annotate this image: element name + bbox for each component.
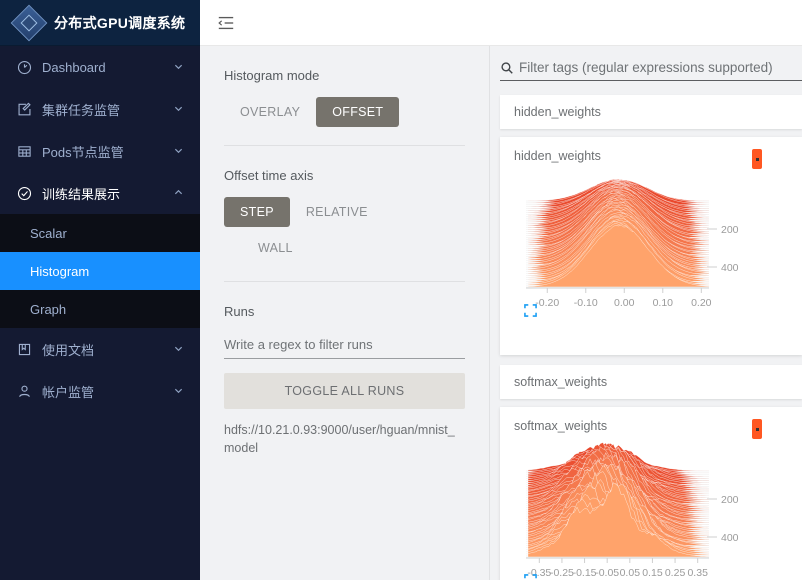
svg-text:0.20: 0.20 (691, 297, 712, 309)
chart-header: hidden_weights (514, 149, 788, 169)
svg-text:-0.05: -0.05 (595, 567, 619, 579)
expand-icon[interactable] (524, 574, 537, 580)
chart-header: softmax_weights (514, 419, 788, 439)
sidebar-item-scalar[interactable]: Scalar (0, 214, 200, 252)
tag-group-label: hidden_weights (514, 105, 601, 119)
chevron-down-icon (174, 344, 186, 355)
sidebar-item-histogram[interactable]: Histogram (0, 252, 200, 290)
sidebar-item-training-results[interactable]: 训练结果展示 (0, 172, 200, 214)
svg-text:0.10: 0.10 (653, 297, 674, 309)
wall-button[interactable]: WALL (242, 233, 309, 263)
svg-text:400: 400 (721, 532, 739, 544)
content-area: Histogram mode OVERLAY OFFSET Offset tim… (200, 46, 802, 580)
sidebar-item-label: Scalar (30, 225, 67, 241)
svg-text:-0.15: -0.15 (573, 567, 597, 579)
check-circle-icon (14, 186, 34, 201)
svg-text:0.25: 0.25 (665, 567, 686, 579)
tag-group-header-hidden-weights[interactable]: hidden_weights (500, 95, 802, 129)
sidebar-item-label: 使用文档 (42, 342, 95, 358)
run-path-label[interactable]: hdfs://10.21.0.93:9000/user/hguan/mnist_… (224, 421, 465, 457)
sidebar-item-dashboard[interactable]: Dashboard (0, 46, 200, 88)
book-icon (14, 342, 34, 357)
sidebar-item-label: Histogram (30, 263, 90, 279)
chevron-down-icon (174, 104, 186, 115)
sidebar-item-label: Dashboard (42, 59, 106, 75)
toggle-all-runs-button[interactable]: TOGGLE ALL RUNS (224, 373, 465, 409)
runs-filter-input[interactable] (224, 333, 465, 359)
chart-card-hidden-weights: hidden_weights 200 400 -0.20 -0.10 0.00 0.10 0… (500, 137, 802, 355)
svg-text:-0.25: -0.25 (550, 567, 574, 579)
table-icon (14, 144, 34, 159)
overlay-button[interactable]: OVERLAY (224, 97, 316, 127)
controls-panel: Histogram mode OVERLAY OFFSET Offset tim… (200, 46, 490, 580)
histogram-mode-title: Histogram mode (224, 68, 320, 83)
app-root: 分布式GPU调度系统 Dashboard 集群任务监管 Pods节点监管 训练结… (0, 0, 802, 580)
sidebar-submenu-training-results: Scalar Histogram Graph (0, 214, 200, 328)
offset-time-axis-section: Offset time axis STEP RELATIVE WALL (224, 146, 465, 282)
search-icon (500, 61, 514, 75)
run-color-swatch-icon[interactable] (752, 419, 762, 439)
histogram-ridgeline-svg: 200400-0.35-0.25-0.15-0.05 0.05 0.15 0.25 0.… (526, 442, 739, 579)
sidebar-item-cluster-tasks[interactable]: 集群任务监管 (0, 88, 200, 130)
sidebar-item-graph[interactable]: Graph (0, 290, 200, 328)
tag-filter-row (500, 60, 802, 81)
sidebar-menu: Dashboard 集群任务监管 Pods节点监管 训练结果展示 Scalar … (0, 46, 200, 580)
edit-form-icon (14, 102, 34, 117)
main-area: Histogram mode OVERLAY OFFSET Offset tim… (200, 0, 802, 580)
histogram-mode-section: Histogram mode OVERLAY OFFSET (224, 46, 465, 146)
chevron-down-icon (174, 146, 186, 157)
charts-panel: hidden_weights hidden_weights 200 400 -0.2… (490, 46, 802, 580)
sidebar-item-label: 帐户监管 (42, 384, 95, 400)
offset-button[interactable]: OFFSET (316, 97, 400, 127)
svg-text:0.00: 0.00 (614, 297, 635, 309)
svg-text:0.35: 0.35 (687, 567, 708, 579)
chevron-down-icon (174, 386, 186, 397)
offset-time-axis-buttons-second-row: WALL (224, 233, 465, 263)
expand-icon[interactable] (524, 304, 537, 317)
sidebar-item-label: 集群任务监管 (42, 102, 121, 118)
topbar (200, 0, 802, 46)
svg-text:-0.10: -0.10 (574, 297, 598, 309)
svg-text:400: 400 (721, 262, 739, 274)
offset-time-axis-buttons: STEP RELATIVE (224, 197, 465, 227)
run-color-swatch-icon[interactable] (752, 149, 762, 169)
tag-group-header-softmax-weights[interactable]: softmax_weights (500, 365, 802, 399)
sidebar-item-docs[interactable]: 使用文档 (0, 328, 200, 370)
chart-plot-hidden-weights: 200 400 -0.20 -0.10 0.00 0.10 0.20 (514, 171, 788, 321)
sidebar-logo[interactable]: 分布式GPU调度系统 (0, 0, 200, 46)
histogram-mode-buttons: OVERLAY OFFSET (224, 97, 465, 127)
sidebar: 分布式GPU调度系统 Dashboard 集群任务监管 Pods节点监管 训练结… (0, 0, 200, 580)
svg-text:0.05: 0.05 (620, 567, 641, 579)
sidebar-item-account[interactable]: 帐户监管 (0, 370, 200, 412)
dashboard-icon (14, 60, 34, 75)
runs-section: Runs TOGGLE ALL RUNS hdfs://10.21.0.93:9… (224, 282, 465, 475)
chart-title: hidden_weights (514, 149, 601, 163)
chart-title: softmax_weights (514, 419, 608, 433)
gpu-diamond-logo-icon (10, 4, 48, 41)
app-title: 分布式GPU调度系统 (54, 14, 186, 31)
chevron-up-icon (174, 188, 186, 199)
svg-text:-0.20: -0.20 (535, 297, 559, 309)
sidebar-item-label: Pods节点监管 (42, 144, 124, 160)
relative-button[interactable]: RELATIVE (290, 197, 384, 227)
chevron-down-icon (174, 62, 186, 73)
chart-plot-softmax-weights: 200 400 -0.35 -0.25 -0.15 -0.05 0.05 0.15 0.25 0.… (514, 441, 788, 580)
tag-group-label: softmax_weights (514, 375, 608, 389)
sidebar-item-label: 训练结果展示 (42, 186, 121, 202)
histogram-ridgeline-svg: 200 400 -0.20 -0.10 0.00 0.10 0.20 (526, 179, 739, 309)
user-icon (14, 384, 34, 399)
sidebar-item-pods-nodes[interactable]: Pods节点监管 (0, 130, 200, 172)
offset-time-axis-title: Offset time axis (224, 168, 314, 183)
chart-card-softmax-weights: softmax_weights 200 400 -0.35 -0.25 -0.15 -0.… (500, 407, 802, 580)
svg-text:200: 200 (721, 494, 739, 506)
menu-fold-icon[interactable] (214, 11, 238, 35)
svg-text:200: 200 (721, 224, 739, 236)
step-button[interactable]: STEP (224, 197, 290, 227)
runs-title: Runs (224, 304, 255, 319)
svg-text:0.15: 0.15 (642, 567, 663, 579)
sidebar-item-label: Graph (30, 301, 67, 317)
tag-filter-input[interactable] (519, 60, 802, 75)
